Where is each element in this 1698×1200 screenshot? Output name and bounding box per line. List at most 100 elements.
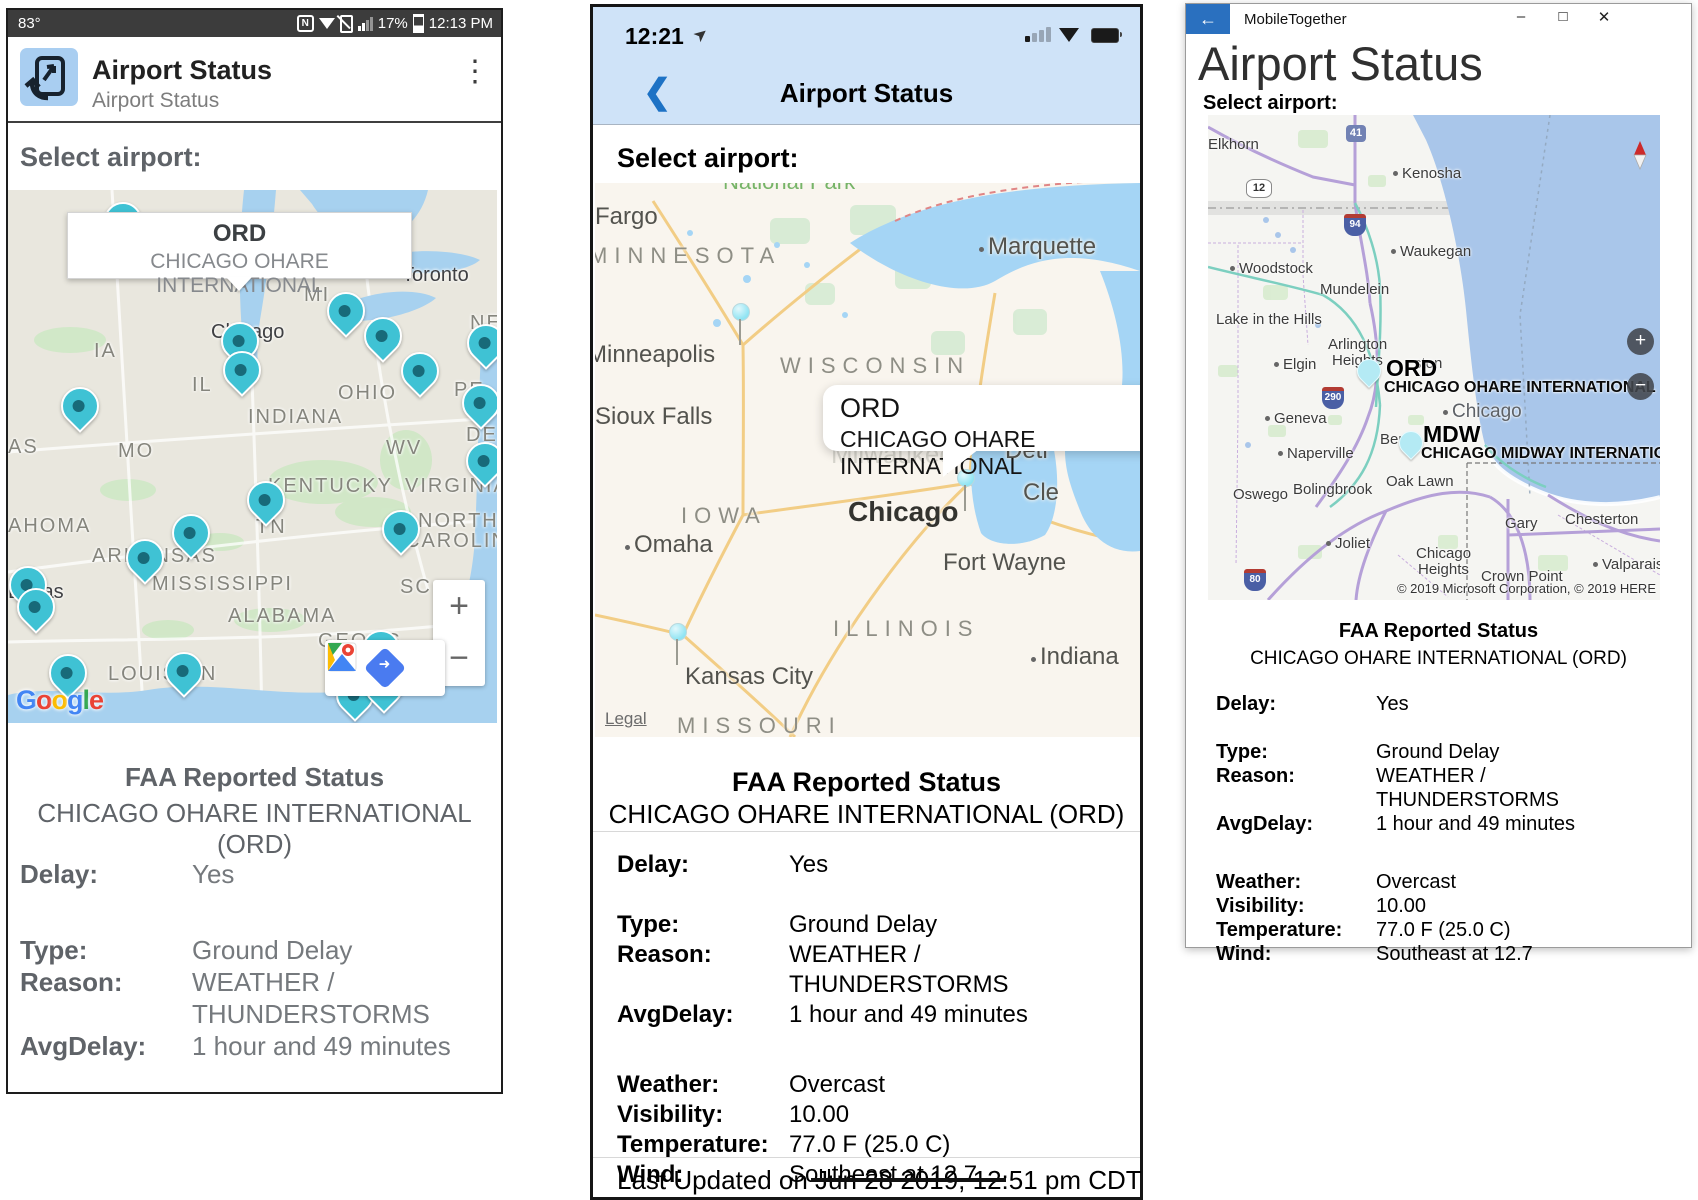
map-label: AS (8, 436, 39, 459)
zoom-out-button[interactable]: − (1627, 373, 1654, 400)
faa-row: Visibility:10.00 (617, 1100, 1122, 1130)
bing-map[interactable]: ORD CHICAGO OHARE INTERNATIONAL MDW CHIC… (1208, 115, 1660, 600)
faa-row-label: Delay: (617, 850, 789, 880)
maximize-button[interactable]: □ (1548, 8, 1578, 25)
directions-icon[interactable] (364, 647, 406, 689)
faa-row-label: AvgDelay: (1216, 812, 1376, 836)
faa-status-table: Delay:YesType:Ground DelayReason:WEATHER… (1216, 692, 1661, 990)
map-label: WISCONSIN (780, 353, 970, 379)
google-maps-icon[interactable] (325, 640, 359, 674)
map-tooltip[interactable]: ORD CHICAGO OHARE INTERNATIONAL (67, 212, 412, 279)
map-label: INDIANA (248, 406, 343, 429)
faa-row: AvgDelay:1 hour and 49 minutes (20, 1030, 485, 1062)
faa-row-value: Yes (1376, 692, 1661, 716)
app-subtitle: Airport Status (92, 89, 219, 113)
wifi-icon (1059, 28, 1079, 42)
map-label: Chicago (1443, 401, 1522, 423)
faa-airport-name: CHICAGO OHARE INTERNATIONAL (ORD) (1186, 648, 1691, 670)
faa-status-heading: FAA Reported Status (1186, 620, 1691, 643)
faa-row-label: AvgDelay: (20, 1030, 192, 1062)
route-shield-icon: 94 (1344, 214, 1366, 236)
google-map[interactable]: ORD CHICAGO OHARE INTERNATIONAL Google +… (8, 190, 497, 723)
map-label: Naperville (1278, 445, 1354, 462)
faa-row: Wind:Southeast at 12.7 (1216, 942, 1661, 966)
minimize-button[interactable]: – (1506, 8, 1536, 25)
map-copyright: © 2019 Microsoft Corporation, © 2019 HER… (1397, 581, 1656, 596)
map-label: Mundelein (1320, 281, 1389, 298)
last-updated-prefix: Last Updated on (617, 1165, 815, 1195)
close-button[interactable]: ✕ (1589, 8, 1619, 26)
map-label: MO (118, 440, 154, 463)
tooltip-airport-code: ORD (840, 393, 1140, 424)
faa-row-label: Type: (617, 910, 789, 940)
faa-row-label: AvgDelay: (617, 1000, 789, 1030)
faa-row-label: Reason: (20, 966, 192, 1030)
tooltip-airport-code: ORD (68, 220, 411, 248)
zoom-in-button[interactable]: + (433, 580, 485, 632)
overflow-menu-button[interactable]: ⋮ (460, 57, 490, 87)
map-label: Heights (1418, 561, 1469, 578)
map-label: IA (94, 340, 117, 363)
faa-row: Delay:Yes (20, 858, 485, 890)
faa-row-value: Overcast (789, 1070, 1122, 1100)
faa-row-label: Delay: (20, 858, 192, 890)
map-tooltip[interactable]: ORD CHICAGO OHARE INTERNATIONAL (823, 385, 1140, 451)
map-pin[interactable] (732, 303, 750, 321)
map-label: Sioux Falls (595, 403, 712, 431)
map-label: Oak Lawn (1386, 473, 1454, 490)
faa-row: Weather:Overcast (1216, 870, 1661, 894)
map-label: Woodstock (1230, 260, 1313, 277)
mute-icon (340, 15, 353, 33)
map-label: OHIO (338, 382, 397, 405)
map-label: Minneapolis (595, 341, 715, 369)
zoom-in-button[interactable]: + (1627, 328, 1654, 355)
faa-row-value: Southeast at 12.7 (1376, 942, 1661, 966)
faa-row: Delay:Yes (617, 850, 1122, 880)
google-logo[interactable]: Google (16, 685, 103, 716)
faa-row-value: Ground Delay (192, 934, 485, 966)
faa-airport-name: CHICAGO OHARE INTERNATIONAL (ORD) (8, 798, 501, 860)
faa-row-value: Yes (789, 850, 1122, 880)
faa-row: AvgDelay:1 hour and 49 minutes (1216, 812, 1661, 836)
map-label: Fargo (595, 203, 658, 231)
app-title: Airport Status (92, 55, 272, 86)
map-label: MINNESOTA (595, 243, 781, 269)
faa-airport-name: CHICAGO OHARE INTERNATIONAL (ORD) (593, 799, 1140, 830)
faa-row-value: 10.00 (789, 1100, 1122, 1130)
ord-code-label: ORD (1386, 355, 1437, 382)
android-phone-panel: 83° N 17% 12:13 PM Airport Status Airp (6, 8, 503, 1094)
tooltip-pointer (943, 449, 979, 477)
battery-icon (413, 14, 424, 33)
faa-row-label: Temperature: (617, 1130, 789, 1160)
map-label: IOWA (681, 503, 767, 529)
faa-row: Type:Ground Delay (20, 934, 485, 966)
faa-row-value: Ground Delay (789, 910, 1122, 940)
route-shield-icon: 290 (1322, 387, 1344, 409)
apple-map[interactable]: ORD CHICAGO OHARE INTERNATIONAL National… (595, 183, 1140, 737)
ios-phone-panel: 12:21 ➤ ❮ Airport Status Select airport: (590, 4, 1143, 1200)
ios-nav-bar: ❮ Airport Status (593, 60, 1140, 125)
map-label: MISSISSIPPI (152, 573, 293, 596)
faa-row-label: Wind: (1216, 942, 1376, 966)
clock: 12:21 (625, 23, 684, 50)
map-label: Chesterton (1565, 511, 1638, 528)
map-label: Oswego (1233, 486, 1288, 503)
back-button[interactable]: ← (1186, 4, 1230, 34)
map-label: Legal (605, 709, 647, 729)
route-shield-icon: 80 (1244, 569, 1266, 591)
map-label: IL (192, 374, 213, 397)
select-airport-label: Select airport: (1203, 92, 1337, 115)
faa-row-value: Ground Delay (1376, 740, 1661, 764)
map-label: Marquette (979, 233, 1096, 261)
map-label: Elkhorn (1208, 136, 1259, 153)
map-label: SC (400, 576, 432, 599)
map-pin[interactable] (669, 623, 687, 641)
faa-row-value: Overcast (1376, 870, 1661, 894)
faa-row-label: Visibility: (1216, 894, 1376, 918)
last-updated-suffix: :51 pm CDT (1002, 1165, 1142, 1195)
divider (593, 1157, 1140, 1158)
divider (593, 831, 1140, 832)
map-label: Valparaiso (1593, 556, 1660, 573)
faa-row-label: Type: (20, 934, 192, 966)
faa-row-value: WEATHER / THUNDERSTORMS (1376, 764, 1661, 812)
